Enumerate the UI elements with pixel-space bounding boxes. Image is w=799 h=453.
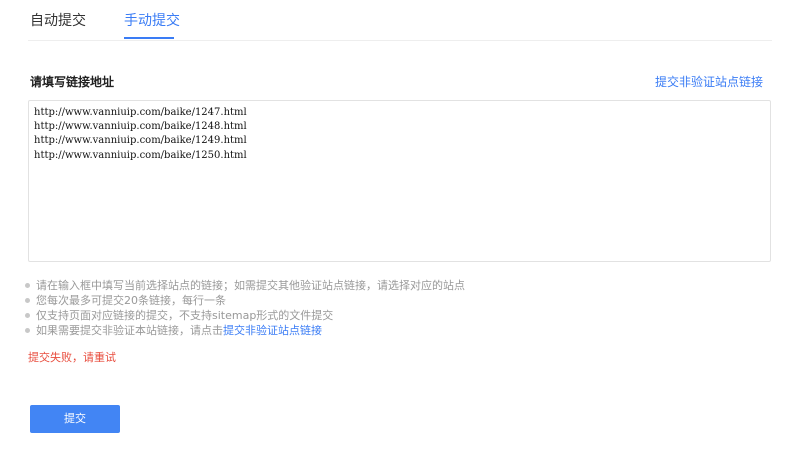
error-message: 提交失败，请重试 xyxy=(28,351,116,364)
tip-item: 仅支持页面对应链接的提交，不支持sitemap形式的文件提交 xyxy=(24,308,465,323)
bullet-icon xyxy=(25,283,30,288)
bullet-icon xyxy=(25,328,30,333)
tips-list: 请在输入框中填写当前选择站点的链接；如需提交其他验证站点链接，请选择对应的站点 … xyxy=(24,278,465,338)
tab-auto-submit[interactable]: 自动提交 xyxy=(30,12,86,30)
url-input-title: 请填写链接地址 xyxy=(30,75,115,89)
tip-item: 如果需要提交非验证本站链接，请点击提交非验证站点链接 xyxy=(24,323,465,338)
url-input-textarea[interactable]: http://www.vanniuip.com/baike/1247.html … xyxy=(28,100,771,262)
tab-manual-submit[interactable]: 手动提交 xyxy=(124,12,180,30)
bullet-icon xyxy=(25,313,30,318)
submit-button[interactable]: 提交 xyxy=(30,405,120,433)
bullet-icon xyxy=(25,298,30,303)
tip-text: 请在输入框中填写当前选择站点的链接；如需提交其他验证站点链接，请选择对应的站点 xyxy=(36,279,465,292)
tip-text: 仅支持页面对应链接的提交，不支持sitemap形式的文件提交 xyxy=(36,309,334,322)
tab-bar: 自动提交 手动提交 xyxy=(28,0,772,41)
tip-text: 您每次最多可提交20条链接，每行一条 xyxy=(36,294,226,307)
active-tab-indicator xyxy=(124,37,174,39)
tip-item: 请在输入框中填写当前选择站点的链接；如需提交其他验证站点链接，请选择对应的站点 xyxy=(24,278,465,293)
tip-submit-unverified-link[interactable]: 提交非验证站点链接 xyxy=(223,324,322,337)
tip-item: 您每次最多可提交20条链接，每行一条 xyxy=(24,293,465,308)
submit-unverified-link[interactable]: 提交非验证站点链接 xyxy=(655,74,763,90)
tip-text: 如果需要提交非验证本站链接，请点击 xyxy=(36,324,223,337)
